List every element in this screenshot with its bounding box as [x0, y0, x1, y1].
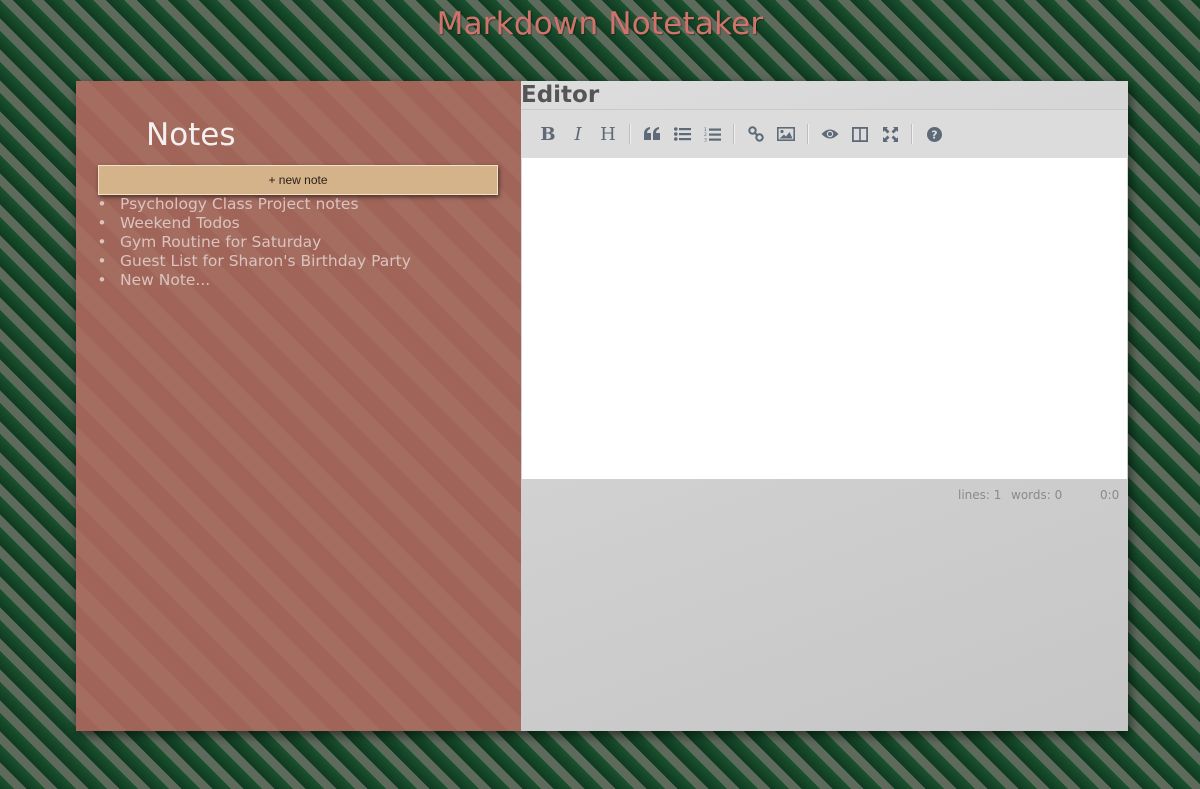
bullet-icon: • — [97, 271, 107, 289]
new-note-button[interactable]: + new note — [98, 165, 498, 195]
notes-sidebar: Notes + new note • Psychology Class Proj… — [76, 81, 521, 731]
app-container: Notes + new note • Psychology Class Proj… — [76, 81, 1128, 731]
bullet-icon: • — [97, 252, 107, 270]
editor-pane: Editor B I H 1 2 3 ? lines: 1 words: 0 0… — [521, 81, 1128, 731]
editor-status-bar: lines: 1 words: 0 0:0 — [521, 488, 1128, 504]
note-title[interactable]: New Note... — [120, 271, 210, 289]
status-lines-count: lines: 1 — [958, 488, 1002, 502]
heading-button[interactable]: H — [593, 119, 623, 149]
ordered-list-button[interactable]: 1 2 3 — [697, 119, 727, 149]
bullet-icon: • — [97, 233, 107, 251]
note-list-item[interactable]: • Weekend Todos — [96, 214, 411, 233]
toolbar-separator — [629, 124, 631, 144]
status-cursor-position: 0:0 — [1100, 488, 1120, 502]
bullet-icon: • — [97, 214, 107, 232]
unordered-list-button[interactable] — [667, 119, 697, 149]
svg-text:3: 3 — [704, 137, 707, 142]
bold-button[interactable]: B — [533, 119, 563, 149]
image-icon — [777, 127, 795, 141]
quote-icon — [644, 127, 660, 140]
note-title[interactable]: Guest List for Sharon's Birthday Party — [120, 252, 411, 270]
note-list: • Psychology Class Project notes • Weeke… — [96, 195, 411, 290]
markdown-editor-textarea[interactable] — [522, 158, 1127, 479]
svg-text:2: 2 — [704, 132, 707, 138]
unordered-list-icon — [673, 127, 691, 141]
svg-text:?: ? — [931, 128, 937, 141]
help-icon: ? — [926, 126, 942, 142]
quote-button[interactable] — [637, 119, 667, 149]
guide-button[interactable]: ? — [919, 119, 949, 149]
side-by-side-button[interactable] — [845, 119, 875, 149]
image-button[interactable] — [771, 119, 801, 149]
status-words-count: words: 0 — [1011, 488, 1063, 502]
italic-button[interactable]: I — [563, 119, 593, 149]
editor-title: Editor — [521, 82, 600, 108]
toolbar-separator — [911, 124, 913, 144]
fullscreen-button[interactable] — [875, 119, 905, 149]
heading-icon: H — [600, 123, 616, 145]
ordered-list-icon: 1 2 3 — [704, 127, 721, 142]
note-list-item[interactable]: • Gym Routine for Saturday — [96, 233, 411, 252]
italic-icon: I — [574, 123, 582, 145]
app-title: Markdown Notetaker — [436, 6, 764, 42]
note-title[interactable]: Gym Routine for Saturday — [120, 233, 321, 251]
note-title[interactable]: Weekend Todos — [120, 214, 240, 232]
bold-icon: B — [540, 123, 556, 145]
bullet-icon: • — [97, 195, 107, 213]
toolbar-separator — [733, 124, 735, 144]
note-title[interactable]: Psychology Class Project notes — [120, 195, 359, 213]
sidebar-title: Notes — [146, 117, 236, 153]
toolbar-separator — [807, 124, 809, 144]
fullscreen-icon — [882, 126, 898, 142]
columns-icon — [852, 126, 868, 142]
link-icon — [748, 126, 764, 142]
note-list-item[interactable]: • Psychology Class Project notes — [96, 195, 411, 214]
editor-toolbar: B I H 1 2 3 ? — [521, 110, 1128, 158]
note-list-item[interactable]: • Guest List for Sharon's Birthday Party — [96, 252, 411, 271]
eye-icon — [821, 129, 839, 139]
preview-button[interactable] — [815, 119, 845, 149]
note-list-item[interactable]: • New Note... — [96, 271, 411, 290]
link-button[interactable] — [741, 119, 771, 149]
